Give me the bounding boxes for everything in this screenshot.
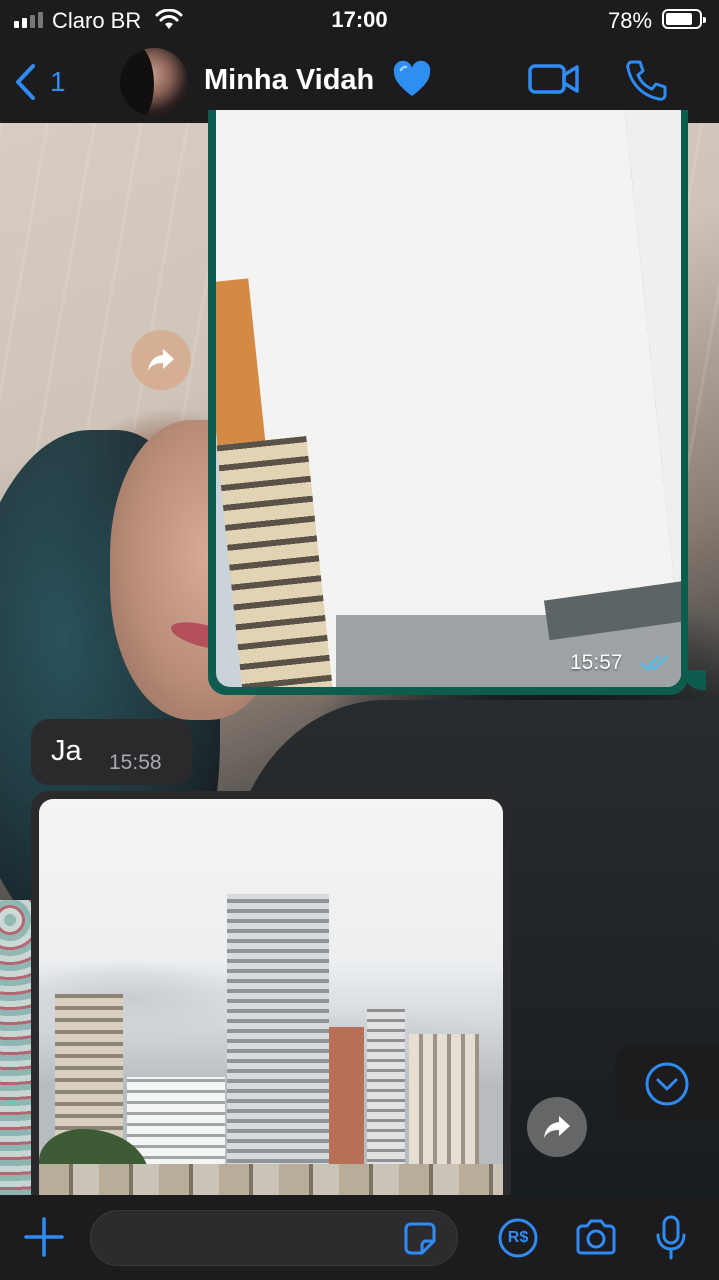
camera-icon[interactable] bbox=[574, 1218, 618, 1256]
message-time: 15:57 bbox=[570, 651, 623, 674]
message-time: 15:58 bbox=[109, 751, 162, 774]
plus-icon[interactable] bbox=[22, 1215, 66, 1259]
unread-count: 1 bbox=[50, 66, 66, 97]
photo-far-right-tower bbox=[409, 1034, 479, 1174]
chevron-down-circle-icon bbox=[645, 1062, 689, 1105]
contact-avatar[interactable] bbox=[120, 48, 188, 116]
payment-button[interactable]: R$ bbox=[497, 1217, 539, 1259]
message-text: Ja bbox=[51, 735, 82, 767]
video-camera-icon[interactable] bbox=[528, 60, 580, 98]
photo-white-building bbox=[127, 1077, 225, 1167]
payment-symbol: R$ bbox=[507, 1229, 529, 1246]
sticker-icon[interactable] bbox=[400, 1219, 440, 1259]
phone-icon[interactable] bbox=[624, 58, 668, 102]
incoming-photo-skyline[interactable] bbox=[39, 799, 503, 1209]
contact-name[interactable]: Minha Vidah bbox=[204, 64, 374, 97]
forward-arrow-icon bbox=[148, 349, 174, 371]
forward-arrow-icon bbox=[544, 1116, 570, 1138]
battery-icon bbox=[662, 9, 706, 29]
blue-heart-icon bbox=[393, 60, 431, 96]
photo-main-tower bbox=[227, 894, 329, 1169]
photo-red-tower bbox=[324, 1027, 364, 1167]
double-check-icon bbox=[640, 655, 668, 671]
back-chevron-icon bbox=[16, 64, 35, 100]
outgoing-photo-building[interactable] bbox=[216, 110, 681, 687]
message-input-bar: R$ bbox=[0, 1195, 719, 1280]
microphone-icon[interactable] bbox=[655, 1215, 687, 1261]
forward-button[interactable] bbox=[131, 330, 191, 390]
back-button[interactable]: 1 bbox=[14, 60, 84, 104]
battery-percent: 78% bbox=[608, 8, 653, 33]
incoming-text-bubble[interactable]: Ja 15:58 bbox=[31, 719, 192, 785]
photo-right-tower bbox=[367, 1009, 405, 1169]
forward-button[interactable] bbox=[527, 1097, 587, 1157]
status-bar: Claro BR 17:00 78% bbox=[0, 0, 719, 40]
scroll-to-bottom-button[interactable] bbox=[615, 1046, 719, 1121]
